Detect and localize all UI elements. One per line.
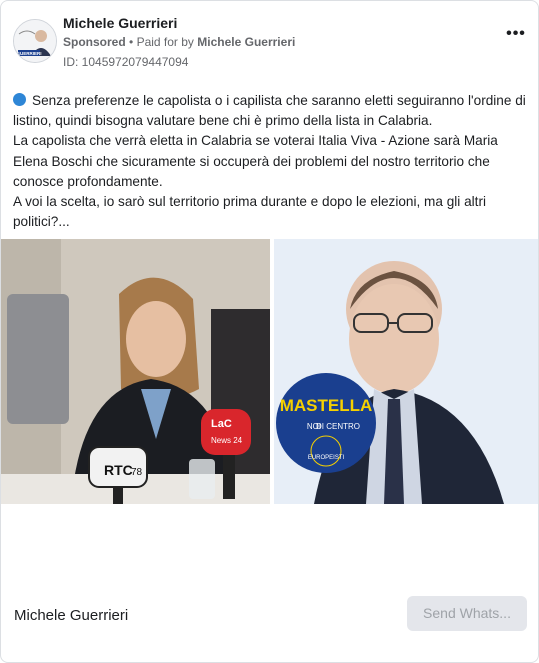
ad-id: ID: 1045972079447094 xyxy=(63,55,189,69)
post-paragraph-1: Senza preferenze le capolista o i capili… xyxy=(13,91,528,131)
post-text: Senza preferenze le capolista o i capili… xyxy=(13,91,528,232)
ad-images[interactable]: RTC 78 LaC News 24 MASTELLA NOI DI CENTR… xyxy=(1,239,538,504)
advertiser-name[interactable]: Michele Guerrieri xyxy=(63,15,177,31)
avatar-image: GUERRIERI xyxy=(14,20,56,62)
more-options-icon[interactable]: ••• xyxy=(504,26,528,45)
mic-rtc-number: 78 xyxy=(131,467,143,478)
photo-boschi-illustration: RTC 78 LaC News 24 xyxy=(1,239,270,504)
photo-guerrieri[interactable]: MASTELLA NOI DI CENTRO EUROPEISTI xyxy=(274,239,538,504)
advertiser-avatar[interactable]: GUERRIERI xyxy=(13,19,57,63)
post-paragraph-2: La capolista che verrà eletta in Calabri… xyxy=(13,133,498,189)
mic-rtc-label: RTC xyxy=(104,462,133,478)
post-paragraph-3: A voi la scelta, io sarò sul territorio … xyxy=(13,194,486,230)
logo-mastella-title: MASTELLA xyxy=(280,396,373,415)
photo-boschi[interactable]: RTC 78 LaC News 24 xyxy=(1,239,270,504)
avatar-label: GUERRIERI xyxy=(16,51,41,56)
photo-guerrieri-illustration: MASTELLA NOI DI CENTRO EUROPEISTI xyxy=(274,239,538,504)
paid-for-name: Michele Guerrieri xyxy=(197,35,296,49)
footer-advertiser-name: Michele Guerrieri xyxy=(14,607,129,624)
ad-header: GUERRIERI Michele Guerrieri Sponsored • … xyxy=(13,15,528,71)
mic-lac-sub: News 24 xyxy=(211,436,243,445)
mic-lac-label: LaC xyxy=(211,418,232,430)
sponsored-label: Sponsored xyxy=(63,35,126,49)
blue-circle-icon xyxy=(13,93,26,106)
post-paragraph-1-text: Senza preferenze le capolista o i capili… xyxy=(13,93,526,129)
sponsored-meta: Sponsored • Paid for by Michele Guerrier… xyxy=(63,35,295,49)
logo-di-centro: DI CENTRO xyxy=(316,422,360,431)
ad-card: GUERRIERI Michele Guerrieri Sponsored • … xyxy=(0,0,539,663)
meta-separator: • xyxy=(129,35,137,49)
send-whatsapp-button[interactable]: Send Whats... xyxy=(407,596,527,631)
paid-for-prefix: Paid for by xyxy=(136,35,194,49)
logo-europeisti: EUROPEISTI xyxy=(308,455,345,461)
